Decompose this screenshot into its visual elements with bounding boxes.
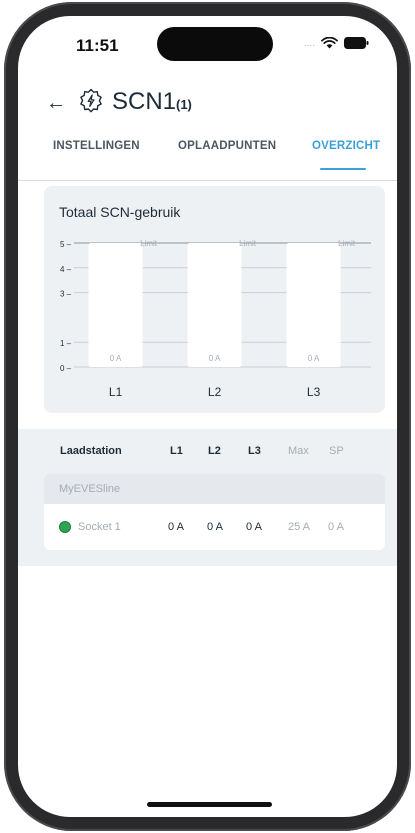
usage-chart: 0 – 1 – 3 – 4 – 5 – Limit 0 A L1 Limit 0 A L2 Limit…	[60, 239, 371, 399]
col-header-l2: L2	[208, 445, 221, 457]
col-header-sp: SP	[329, 445, 344, 457]
app-screen: 11:51 .... ← SCN1 (1) INSTELLINGEN OPLAA…	[18, 16, 397, 817]
col-header-laadstation: Laadstation	[60, 445, 122, 457]
table-header: Laadstation L1 L2 L3 Max SP	[18, 429, 397, 471]
bar-value-label: 0 A	[110, 354, 122, 363]
tab-oplaadpunten[interactable]: OPLAADPUNTEN	[178, 140, 276, 152]
table-row[interactable]: Socket 1 0 A 0 A 0 A 25 A 0 A	[44, 504, 385, 550]
tab-instellingen[interactable]: INSTELLINGEN	[53, 140, 140, 152]
page-header: ← SCN1 (1)	[18, 86, 397, 126]
volume-up-button	[7, 236, 12, 302]
socket-max-value: 25 A	[288, 521, 311, 533]
volume-down-button	[7, 314, 12, 380]
y-tick-label: 4 –	[60, 265, 72, 274]
power-button	[403, 262, 408, 366]
usage-chart-card: Totaal SCN-gebruik 0 –1 –3 –4 –5 – Limit 0…	[44, 186, 385, 413]
tab-bar: INSTELLINGEN OPLAADPUNTEN OVERZICHT	[18, 134, 397, 174]
x-tick-label: L1	[109, 385, 123, 399]
arrow-left-icon[interactable]: ←	[46, 92, 66, 115]
station-group-row[interactable]: MyEVESline	[44, 474, 385, 504]
x-tick-label: L3	[307, 385, 321, 399]
socket-l3-value: 0 A	[246, 521, 262, 533]
socket-sp-value: 0 A	[328, 521, 344, 533]
limit-label: Limit	[140, 239, 158, 248]
station-table: Laadstation L1 L2 L3 Max SP MyEVESline S…	[18, 429, 397, 566]
action-button	[7, 178, 12, 210]
home-indicator	[147, 802, 272, 807]
y-tick-label: 5 –	[60, 240, 72, 249]
limit-label: Limit	[338, 239, 356, 248]
tab-overzicht[interactable]: OVERZICHT	[312, 140, 380, 152]
y-tick-label: 3 –	[60, 290, 72, 299]
y-tick-label: 0 –	[60, 364, 72, 373]
limit-label: Limit	[239, 239, 257, 248]
active-tab-indicator	[320, 168, 366, 170]
status-icons: ....	[304, 37, 369, 49]
socket-l1-value: 0 A	[168, 521, 184, 533]
station-group-name: MyEVESline	[59, 483, 121, 495]
col-header-l3: L3	[248, 445, 261, 457]
cellular-signal: ....	[303, 37, 315, 49]
online-status-icon	[60, 522, 70, 532]
charging-station-icon	[78, 88, 104, 119]
wifi-icon	[321, 37, 338, 49]
col-header-l1: L1	[170, 445, 183, 457]
dynamic-island	[157, 27, 273, 61]
tabs-divider	[18, 180, 397, 181]
page-title-count: (1)	[176, 97, 192, 112]
battery-icon	[344, 37, 369, 49]
status-time: 11:51	[76, 36, 119, 55]
bar-value-label: 0 A	[308, 354, 320, 363]
bar-capacity-l1	[88, 243, 143, 367]
status-bar: 11:51 ....	[18, 16, 397, 72]
page-title: SCN1	[112, 88, 177, 115]
bar-value-label: 0 A	[209, 354, 221, 363]
bar-capacity-l3	[286, 243, 341, 367]
socket-name: Socket 1	[78, 521, 121, 533]
x-tick-label: L2	[208, 385, 222, 399]
col-header-max: Max	[288, 445, 309, 457]
y-tick-label: 1 –	[60, 339, 72, 348]
bar-capacity-l2	[187, 243, 242, 367]
socket-l2-value: 0 A	[207, 521, 223, 533]
